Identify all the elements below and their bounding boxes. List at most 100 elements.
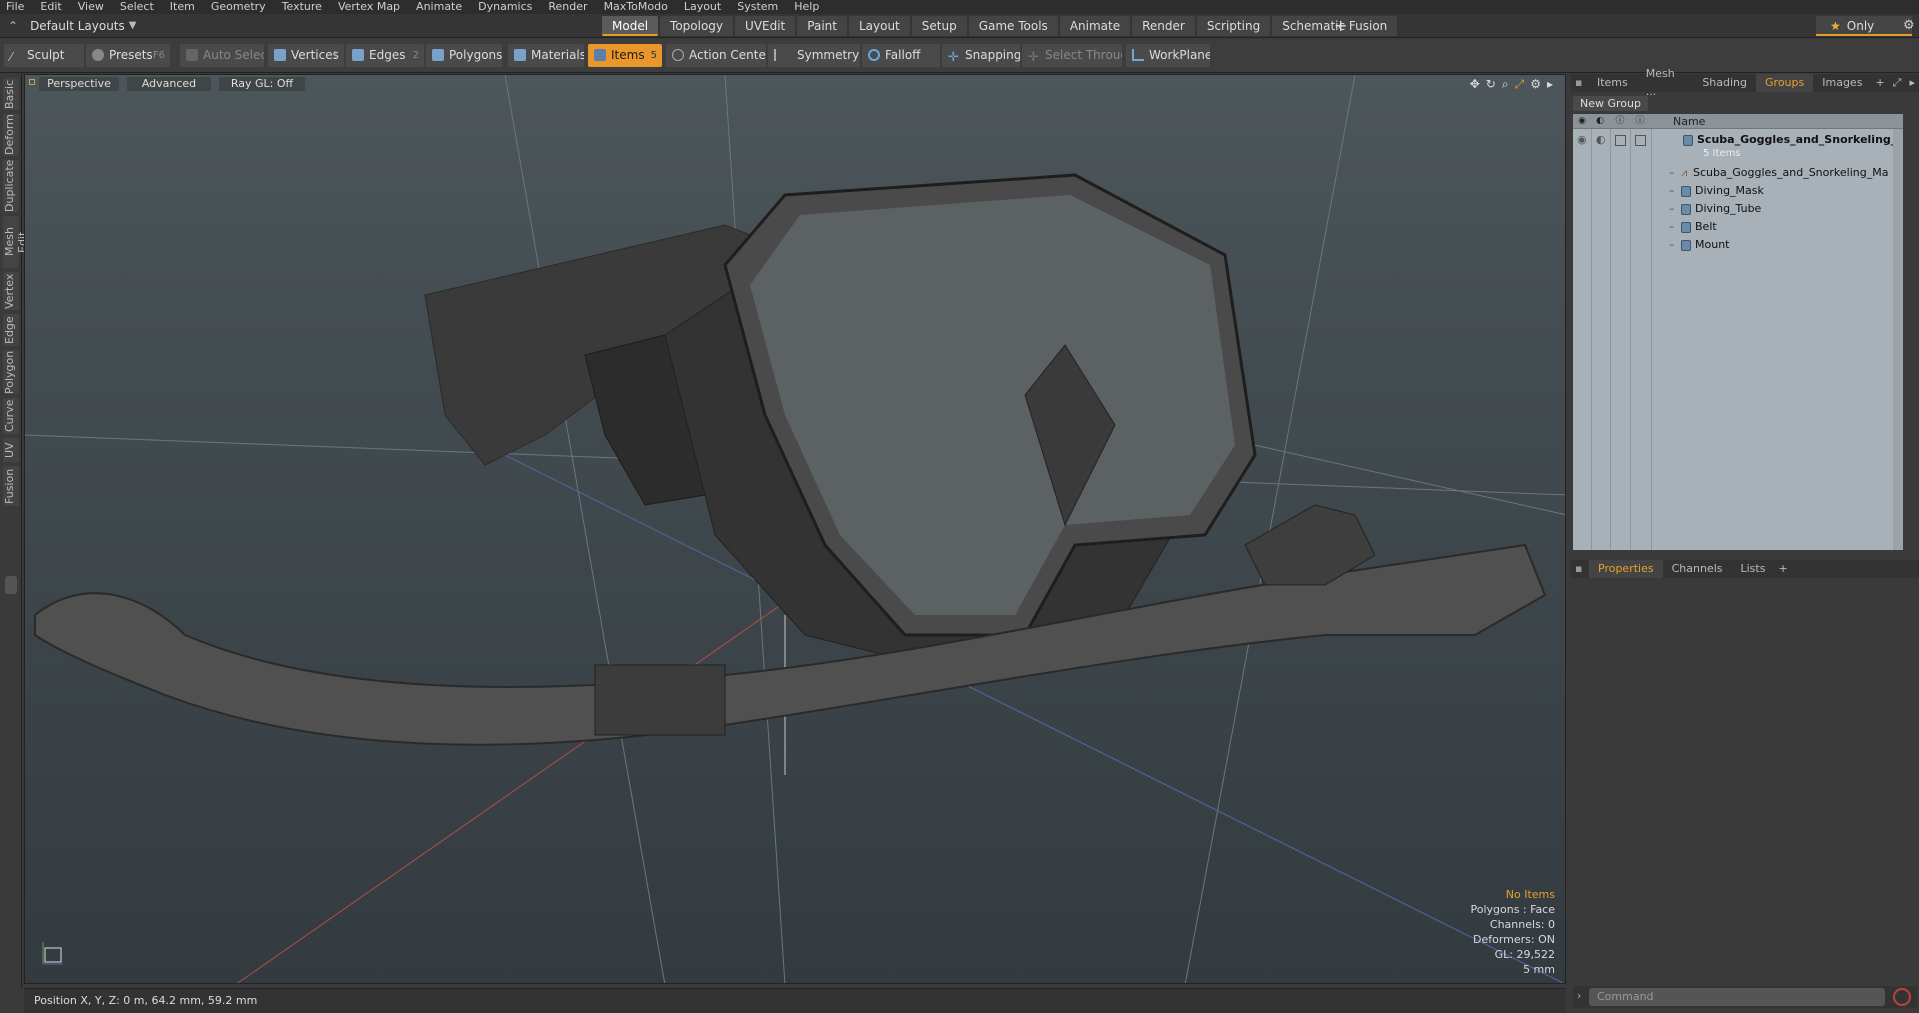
vtab-uv[interactable]: UV: [3, 438, 19, 462]
workplane-button[interactable]: WorkPlane: [1126, 44, 1210, 67]
add-panel-tab-icon[interactable]: +: [1871, 74, 1888, 92]
sculpt-label: Sculpt: [27, 48, 65, 62]
tree-branch-icon: –: [1669, 166, 1675, 179]
layout-dropdown[interactable]: ⌃ Default Layouts ▼: [4, 16, 144, 35]
menu-system[interactable]: System: [737, 0, 778, 14]
falloff-button[interactable]: Falloff: [862, 44, 940, 67]
properties-menu-icon[interactable]: ▪: [1571, 560, 1589, 578]
presets-button[interactable]: Presets F6: [86, 44, 170, 67]
vtab-polygon[interactable]: Polygon: [3, 350, 19, 394]
menu-geometry[interactable]: Geometry: [211, 0, 266, 14]
raygl-button[interactable]: Ray GL: Off: [219, 77, 305, 91]
collapse-icon[interactable]: ⌃: [8, 19, 18, 33]
tab-animate[interactable]: Animate: [1059, 16, 1131, 36]
auto-select-button[interactable]: Auto Select: [180, 44, 264, 67]
vertices-button[interactable]: Vertices 1: [268, 44, 344, 67]
pan-icon[interactable]: ✥: [1470, 77, 1480, 92]
3d-viewport[interactable]: Perspective Advanced Ray GL: Off ✥ ↻ ⌕ ⤢…: [24, 74, 1566, 984]
snapping-button[interactable]: ✛ Snapping: [942, 44, 1020, 67]
vtab-curve[interactable]: Curve: [3, 398, 19, 434]
vtab-basic[interactable]: Basic: [3, 78, 19, 110]
fit-icon[interactable]: ⤢: [1515, 77, 1525, 92]
panel-menu-icon[interactable]: ▪: [1571, 74, 1588, 92]
tab-items[interactable]: Items: [1588, 74, 1637, 92]
vtab-edge[interactable]: Edge: [3, 314, 19, 346]
record-icon[interactable]: [1893, 988, 1911, 1006]
menu-view[interactable]: View: [78, 0, 104, 14]
tab-game-tools[interactable]: Game Tools: [968, 16, 1058, 36]
gear-icon[interactable]: ⚙: [1903, 18, 1915, 33]
group-item-row[interactable]: – Belt: [1573, 218, 1903, 236]
panel-expand-icon[interactable]: ▸: [1905, 74, 1919, 92]
tab-render[interactable]: Render: [1132, 16, 1195, 36]
tab-uvedit[interactable]: UVEdit: [735, 16, 796, 36]
add-tab-icon[interactable]: +: [1334, 16, 1347, 36]
vtab-mesh-edit[interactable]: Mesh Edit: [3, 216, 29, 268]
new-group-button[interactable]: New Group: [1573, 96, 1648, 111]
group-item-row[interactable]: – ⩘ Scuba_Goggles_and_Snorkeling_Ma ...: [1573, 164, 1903, 182]
tab-topology[interactable]: Topology: [660, 16, 734, 36]
tab-model[interactable]: Model: [602, 16, 659, 36]
maximize-icon[interactable]: ⤢: [1889, 74, 1906, 92]
menu-animate[interactable]: Animate: [416, 0, 462, 14]
tab-lists[interactable]: Lists: [1732, 560, 1775, 578]
select-checkbox[interactable]: [1635, 135, 1646, 146]
tab-channels[interactable]: Channels: [1663, 560, 1732, 578]
action-center-button[interactable]: Action Center: [666, 44, 766, 67]
visibility-column-icon[interactable]: ◉: [1573, 114, 1591, 129]
lock-column-icon[interactable]: ⓘ: [1611, 114, 1629, 129]
tab-groups[interactable]: Groups: [1756, 74, 1814, 92]
select-column-icon[interactable]: ⓘ: [1631, 114, 1649, 129]
vtab-deform[interactable]: Deform: [3, 114, 19, 156]
settings-icon[interactable]: ⚙: [1530, 77, 1541, 92]
items-key: 5: [650, 50, 657, 61]
menu-vertex-map[interactable]: Vertex Map: [338, 0, 400, 14]
only-button[interactable]: ★ Only: [1816, 16, 1912, 36]
items-button[interactable]: Items 5: [588, 44, 662, 67]
command-input[interactable]: Command: [1589, 988, 1885, 1006]
tab-shading[interactable]: Shading: [1693, 74, 1756, 92]
materials-button[interactable]: Materials: [508, 44, 584, 67]
tree-branch-icon: –: [1669, 184, 1675, 197]
group-item-row[interactable]: – Diving_Tube: [1573, 200, 1903, 218]
menu-item[interactable]: Item: [170, 0, 195, 14]
strip-toggle-button[interactable]: [5, 576, 17, 594]
groups-scrollbar[interactable]: [1893, 129, 1903, 550]
auto-select-label: Auto Select: [203, 48, 264, 62]
menu-maxtomodo[interactable]: MaxToModo: [604, 0, 668, 14]
vtab-fusion[interactable]: Fusion: [3, 466, 19, 506]
zoom-icon[interactable]: ⌕: [1502, 77, 1509, 92]
tab-layout[interactable]: Layout: [848, 16, 910, 36]
add-properties-tab-icon[interactable]: +: [1774, 560, 1791, 578]
menu-render[interactable]: Render: [548, 0, 587, 14]
viewport-menu-icon[interactable]: [29, 79, 35, 85]
expand-icon[interactable]: ▸: [1547, 77, 1553, 92]
sculpt-button[interactable]: ⁄ Sculpt: [4, 44, 84, 67]
menu-texture[interactable]: Texture: [282, 0, 322, 14]
group-item-row[interactable]: – Mount: [1573, 236, 1903, 254]
menu-edit[interactable]: Edit: [40, 0, 61, 14]
name-column-header[interactable]: Name: [1673, 114, 1705, 129]
polygons-button[interactable]: Polygons: [426, 44, 502, 67]
symmetry-button[interactable]: Symmetry: [768, 44, 860, 67]
select-through-button[interactable]: ✛ Select Through: [1022, 44, 1122, 67]
perspective-button[interactable]: Perspective: [39, 77, 119, 91]
lock-checkbox[interactable]: [1615, 135, 1626, 146]
group-item-row[interactable]: – Diving_Mask: [1573, 182, 1903, 200]
tab-properties[interactable]: Properties: [1589, 560, 1663, 578]
tab-paint[interactable]: Paint: [797, 16, 847, 36]
advanced-button[interactable]: Advanced: [127, 77, 211, 91]
tab-images[interactable]: Images: [1813, 74, 1871, 92]
edges-button[interactable]: Edges 2: [346, 44, 424, 67]
menu-file[interactable]: File: [6, 0, 24, 14]
render-column-icon[interactable]: ◐: [1591, 114, 1609, 129]
rotate-icon[interactable]: ↻: [1486, 77, 1496, 92]
menu-select[interactable]: Select: [120, 0, 154, 14]
menu-dynamics[interactable]: Dynamics: [478, 0, 532, 14]
menu-help[interactable]: Help: [794, 0, 819, 14]
vtab-duplicate[interactable]: Duplicate: [3, 160, 19, 212]
vtab-vertex[interactable]: Vertex: [3, 272, 19, 310]
menu-layout[interactable]: Layout: [684, 0, 721, 14]
tab-scripting[interactable]: Scripting: [1196, 16, 1271, 36]
tab-setup[interactable]: Setup: [911, 16, 967, 36]
